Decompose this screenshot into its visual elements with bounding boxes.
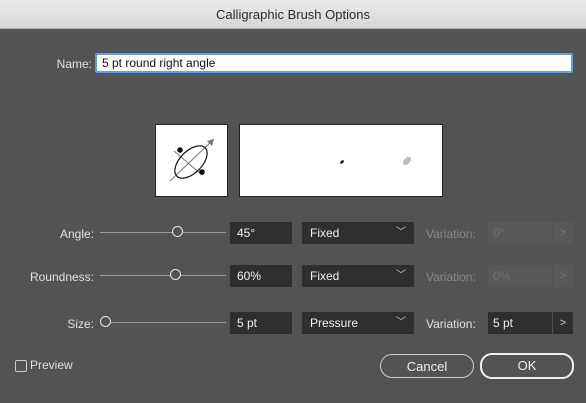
preview-label[interactable]: Preview bbox=[30, 358, 73, 372]
name-label: Name: bbox=[56, 57, 92, 71]
roundness-variation-field: 0% bbox=[488, 265, 552, 287]
chevron-right-icon: > bbox=[553, 265, 573, 287]
size-slider[interactable] bbox=[100, 312, 226, 334]
angle-slider-track bbox=[100, 232, 226, 233]
angle-mode-value: Fixed bbox=[310, 226, 340, 240]
roundness-label: Roundness: bbox=[29, 270, 94, 284]
roundness-value-field[interactable]: 60% bbox=[230, 265, 292, 287]
roundness-slider[interactable] bbox=[100, 265, 226, 287]
preview-checkbox[interactable] bbox=[15, 360, 27, 372]
chevron-down-icon: ﹀ bbox=[396, 270, 406, 281]
size-variation-label: Variation: bbox=[426, 317, 476, 331]
roundness-slider-track bbox=[100, 275, 226, 276]
brush-angle-ellipse-icon bbox=[169, 138, 215, 182]
angle-slider[interactable] bbox=[100, 222, 226, 244]
chevron-down-icon: ﹀ bbox=[396, 317, 406, 328]
size-variation-field[interactable]: 5 pt bbox=[488, 312, 552, 334]
roundness-variation-label: Variation: bbox=[426, 270, 476, 284]
roundness-mode-select[interactable]: Fixed ﹀ bbox=[302, 265, 414, 287]
angle-variation-label: Variation: bbox=[426, 227, 476, 241]
stroke-preview-min bbox=[340, 160, 344, 164]
chevron-down-icon: ﹀ bbox=[396, 227, 406, 238]
roundness-slider-thumb[interactable] bbox=[170, 269, 181, 280]
size-value-field[interactable]: 5 pt bbox=[230, 312, 292, 334]
brush-stroke-preview bbox=[239, 124, 443, 197]
chevron-right-icon: > bbox=[553, 222, 573, 244]
angle-variation-field: 0° bbox=[488, 222, 552, 244]
stroke-preview-max bbox=[402, 156, 412, 166]
ok-button[interactable]: OK bbox=[480, 353, 574, 379]
angle-mode-select[interactable]: Fixed ﹀ bbox=[302, 222, 414, 244]
size-slider-thumb[interactable] bbox=[100, 316, 111, 327]
size-mode-select[interactable]: Pressure ﹀ bbox=[302, 312, 414, 334]
roundness-mode-value: Fixed bbox=[310, 269, 340, 283]
size-slider-track bbox=[100, 322, 226, 323]
brush-shape-preview[interactable] bbox=[155, 124, 228, 197]
angle-label: Angle: bbox=[59, 227, 94, 241]
angle-slider-thumb[interactable] bbox=[172, 226, 183, 237]
name-input[interactable]: 5 pt round right angle bbox=[95, 53, 573, 73]
size-mode-value: Pressure bbox=[310, 316, 359, 330]
chevron-right-icon[interactable]: > bbox=[553, 312, 573, 334]
size-label: Size: bbox=[67, 317, 94, 331]
angle-value-field[interactable]: 45° bbox=[230, 222, 292, 244]
cancel-button[interactable]: Cancel bbox=[380, 354, 474, 378]
dialog-title: Calligraphic Brush Options bbox=[0, 0, 586, 29]
